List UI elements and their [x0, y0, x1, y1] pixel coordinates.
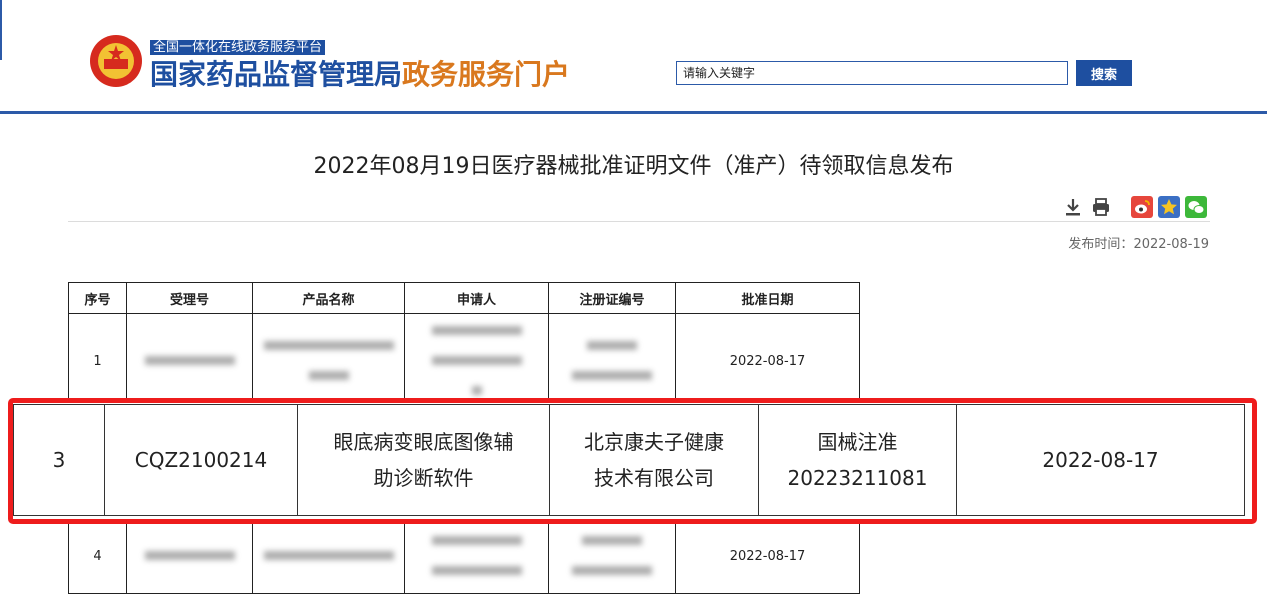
- column-header: 受理号: [126, 282, 253, 314]
- search-input[interactable]: [676, 61, 1068, 85]
- column-header: 批准日期: [675, 282, 860, 314]
- site-title-main: 国家药品监督管理局: [150, 58, 403, 91]
- publish-time-value: 2022-08-19: [1133, 237, 1209, 252]
- wechat-icon[interactable]: [1185, 196, 1207, 218]
- table-header-row: 序号 受理号 产品名称 申请人 注册证编号 批准日期: [68, 282, 860, 314]
- print-icon[interactable]: [1090, 196, 1112, 218]
- approval-date: 2022-08-17: [956, 404, 1245, 516]
- certificate-line: 国械注准: [817, 430, 898, 454]
- site-title[interactable]: 国家药品监督管理局政务服务门户: [150, 58, 570, 92]
- national-emblem-icon: [90, 35, 142, 87]
- blurred-cell: [126, 519, 253, 594]
- approval-date: 2022-08-17: [675, 519, 860, 594]
- blurred-cell: [126, 313, 253, 410]
- column-header: 序号: [68, 282, 127, 314]
- applicant: 北京康夫子健康 技术有限公司: [549, 404, 759, 516]
- title-divider: [68, 221, 1210, 222]
- search-button[interactable]: 搜索: [1076, 60, 1132, 86]
- applicant-line: 北京康夫子健康: [584, 430, 724, 454]
- column-header: 注册证编号: [548, 282, 676, 314]
- favorite-icon[interactable]: [1158, 196, 1180, 218]
- table-row-highlighted: 3 CQZ2100214 眼底病变眼底图像辅 助诊断软件 北京康夫子健康 技术有限公…: [13, 404, 1245, 516]
- weibo-icon[interactable]: [1131, 196, 1153, 218]
- table-row: 4 2022-08-17: [68, 519, 860, 594]
- acceptance-number: CQZ2100214: [104, 404, 298, 516]
- blurred-cell: [404, 313, 549, 410]
- publish-time: 发布时间：2022-08-19: [1068, 233, 1209, 252]
- blurred-cell: [404, 519, 549, 594]
- blurred-cell: [548, 313, 676, 410]
- row-number: 4: [68, 519, 127, 594]
- platform-tag[interactable]: 全国一体化在线政务服务平台: [150, 40, 326, 55]
- site-header: 全国一体化在线政务服务平台 国家药品监督管理局政务服务门户 搜索: [0, 0, 1267, 112]
- approval-table-continued: 4 2022-08-17: [68, 519, 860, 594]
- certificate-line: 20223211081: [787, 466, 928, 490]
- product-name-line: 助诊断软件: [373, 466, 474, 490]
- header-divider: [0, 111, 1267, 114]
- blurred-cell: [548, 519, 676, 594]
- page-edge: [0, 0, 2, 60]
- download-icon[interactable]: [1062, 196, 1084, 218]
- highlighted-row-zoom: 3 CQZ2100214 眼底病变眼底图像辅 助诊断软件 北京康夫子健康 技术有限公…: [13, 404, 1245, 516]
- product-name: 眼底病变眼底图像辅 助诊断软件: [297, 404, 550, 516]
- blurred-cell: [252, 313, 405, 410]
- row-number: 3: [13, 404, 105, 516]
- row-number: 1: [68, 313, 127, 410]
- applicant-line: 技术有限公司: [594, 466, 714, 490]
- site-title-sub: 政务服务门户: [402, 58, 571, 91]
- column-header: 产品名称: [252, 282, 405, 314]
- table-row: 1 2022-08-17: [68, 313, 860, 410]
- column-header: 申请人: [404, 282, 549, 314]
- certificate-number: 国械注准 20223211081: [758, 404, 957, 516]
- publish-time-label: 发布时间：: [1068, 237, 1134, 252]
- approval-date: 2022-08-17: [675, 313, 860, 410]
- blurred-cell: [252, 519, 405, 594]
- article-title: 2022年08月19日医疗器械批准证明文件（准产）待领取信息发布: [313, 154, 954, 179]
- product-name-line: 眼底病变眼底图像辅: [333, 430, 514, 454]
- approval-table: 序号 受理号 产品名称 申请人 注册证编号 批准日期 1 2022-08-17: [68, 282, 860, 410]
